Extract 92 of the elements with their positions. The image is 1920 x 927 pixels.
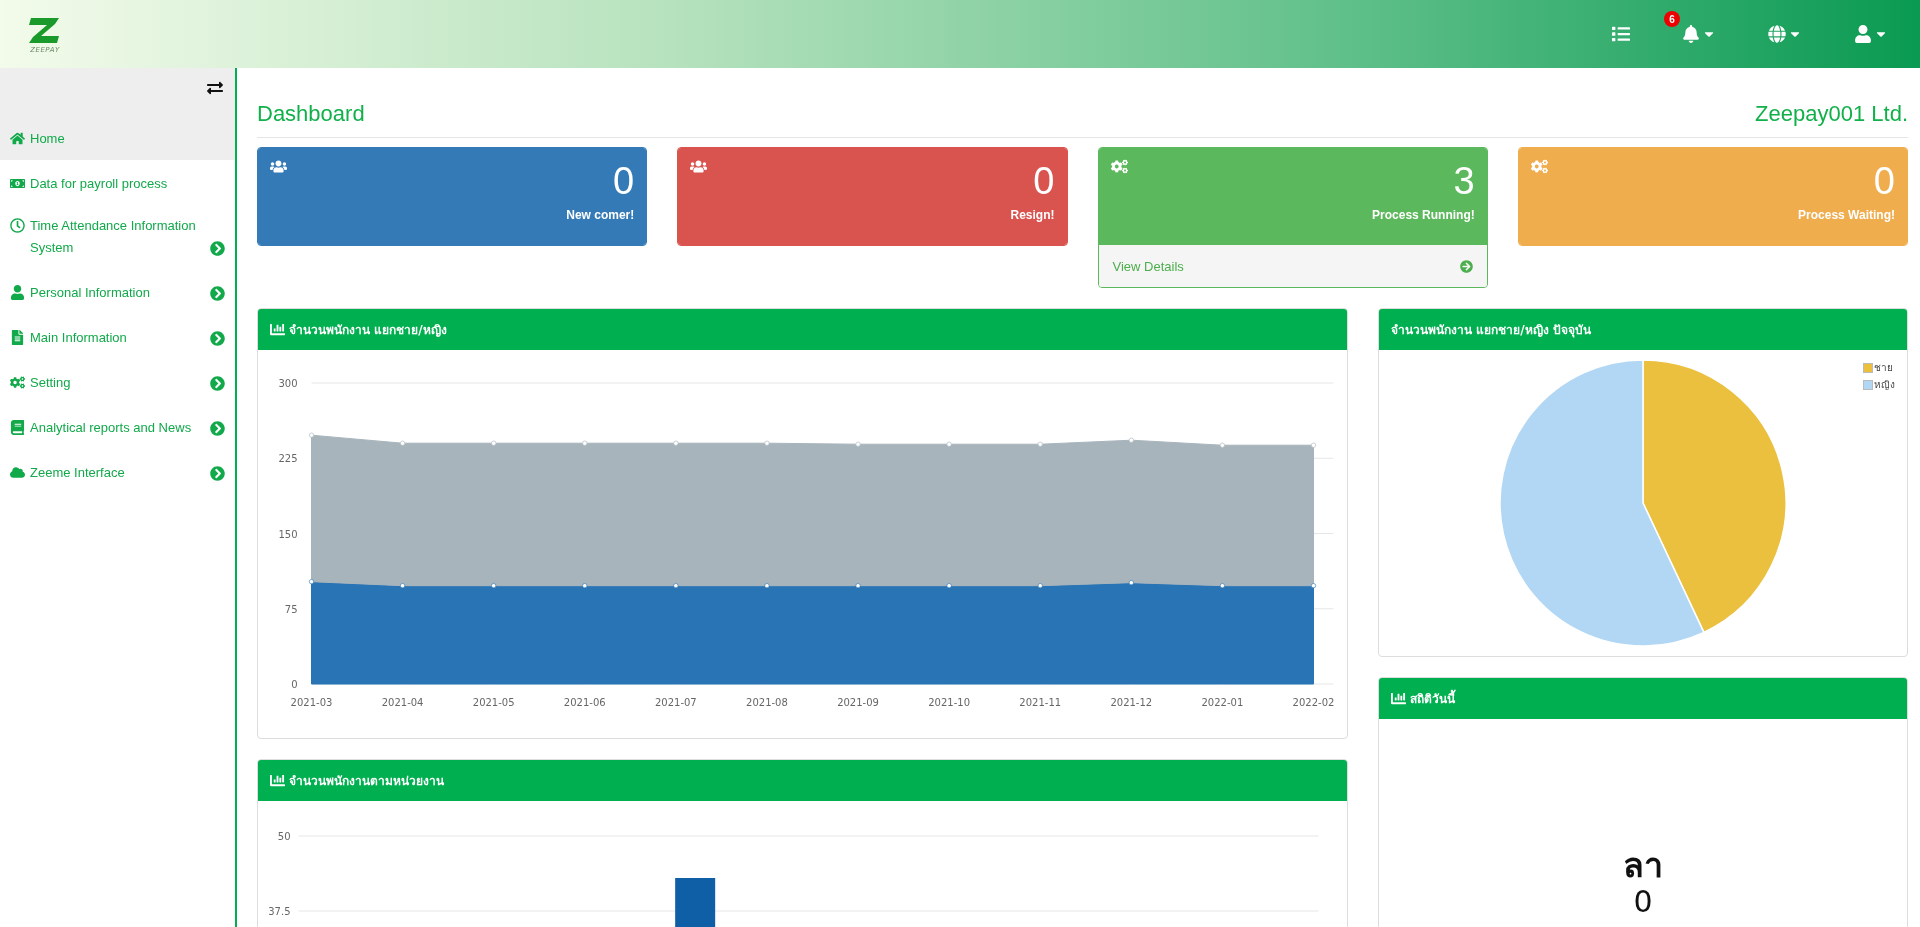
data-point [946, 583, 952, 589]
axis-tick-label: 2022-02 [1292, 697, 1335, 708]
stat-value: 3 [1453, 159, 1475, 204]
data-point [1037, 583, 1043, 589]
stat-value: 0 [1633, 885, 1653, 919]
data-point [1311, 442, 1316, 448]
axis-tick-label: 75 [284, 603, 298, 615]
panel-title: จำนวนพนักงานตามหน่วยงาน [289, 773, 444, 790]
document-icon [10, 330, 25, 345]
sidebar-item[interactable]: Main Information [0, 314, 235, 359]
axis-tick-label: 0 [291, 679, 298, 690]
axis-tick-label: 2021-12 [1110, 697, 1153, 708]
person-icon [1854, 25, 1872, 43]
data-point [855, 583, 861, 589]
clock-icon [10, 218, 25, 233]
data-point [1037, 441, 1043, 447]
person-icon [10, 285, 25, 300]
data-point [491, 583, 497, 589]
data-point [946, 441, 952, 447]
stat-label: Resign! [1010, 208, 1055, 222]
data-point [1128, 437, 1134, 443]
axis-tick-label: 2022-01 [1201, 697, 1244, 708]
data-point [764, 440, 770, 446]
sidebar-item[interactable]: Time Attendance Information System [0, 205, 235, 269]
sidebar-item[interactable]: Home [0, 115, 235, 160]
data-point [855, 441, 861, 447]
bar-chart-icon [270, 322, 285, 337]
sidebar-item[interactable]: Setting [0, 359, 235, 404]
data-point [1128, 580, 1134, 586]
sidebar-item[interactable]: Personal Information [0, 269, 235, 314]
bar-chart-icon [1391, 691, 1406, 706]
axis-tick-label: 225 [278, 453, 298, 465]
stat-value: 0 [1873, 159, 1895, 204]
data-point [491, 440, 497, 446]
axis-tick-label: 2021-04 [381, 697, 424, 708]
stat-label: ลา [1623, 845, 1663, 885]
bell-icon [1682, 25, 1700, 43]
sidebar-item[interactable]: Analytical reports and News [0, 404, 235, 449]
legend-label: หญิง [1874, 378, 1895, 392]
panel-title: จำนวนพนักงาน แยกชาย/หญิง ปัจจุบัน [1391, 322, 1591, 339]
data-point [1219, 442, 1225, 448]
axis-tick-label: 2021-06 [563, 697, 606, 708]
cloud-icon [10, 465, 25, 480]
arrow-right-icon [1459, 259, 1473, 273]
stat-value: 0 [1033, 159, 1055, 204]
stat-label: New comer! [566, 208, 635, 222]
people-icon [690, 158, 708, 175]
company-name: Zeepay001 Ltd. [1755, 101, 1908, 127]
data-point [400, 440, 406, 446]
axis-tick-label: 2021-09 [837, 697, 879, 708]
gears-icon [1110, 158, 1128, 175]
sidebar-item[interactable]: Data for payroll process [0, 160, 235, 205]
panel-title: สถิติวันนี้ [1410, 689, 1455, 708]
axis-tick-label: 50 [277, 831, 291, 842]
toggle-sidebar-button[interactable] [207, 79, 223, 96]
panel-title: จำนวนพนักงาน แยกชาย/หญิง [289, 322, 447, 339]
axis-tick-label: 2021-08 [746, 697, 788, 708]
gears-icon [10, 375, 25, 390]
notification-badge: 6 [1664, 11, 1680, 27]
data-point [1219, 583, 1225, 589]
data-point [673, 583, 679, 589]
book-icon [10, 420, 25, 435]
axis-tick-label: 2021-03 [290, 697, 333, 708]
data-point [309, 579, 314, 585]
data-point [582, 440, 588, 446]
home-icon [10, 131, 25, 146]
axis-tick-label: 150 [278, 528, 298, 540]
data-point [400, 583, 406, 589]
people-icon [270, 158, 287, 175]
axis-tick-label: 300 [278, 378, 298, 389]
axis-tick-label: 2021-10 [928, 697, 971, 708]
stat-value: 0 [613, 159, 635, 204]
banknote-icon [10, 176, 25, 191]
axis-tick-label: 2021-11 [1019, 697, 1062, 708]
data-point [1311, 583, 1316, 589]
globe-icon [1768, 25, 1786, 43]
stat-label: Process Running! [1372, 208, 1475, 222]
axis-tick-label: 2021-05 [472, 697, 515, 708]
bar [675, 878, 716, 927]
axis-tick-label: 2021-07 [654, 697, 697, 708]
page-title: Dashboard [257, 101, 365, 127]
bar-chart-icon [270, 773, 285, 788]
sidebar-item[interactable]: Zeeme Interface [0, 449, 235, 494]
axis-tick-label: 37.5 [268, 906, 291, 917]
data-point [764, 583, 770, 589]
gears-icon [1530, 158, 1548, 175]
legend-label: ชาย [1874, 361, 1893, 375]
data-point [582, 583, 588, 589]
data-point [309, 432, 314, 438]
data-point [673, 440, 679, 446]
stat-label: Process Waiting! [1798, 208, 1895, 222]
view-details-link[interactable]: View Details [1098, 245, 1487, 287]
